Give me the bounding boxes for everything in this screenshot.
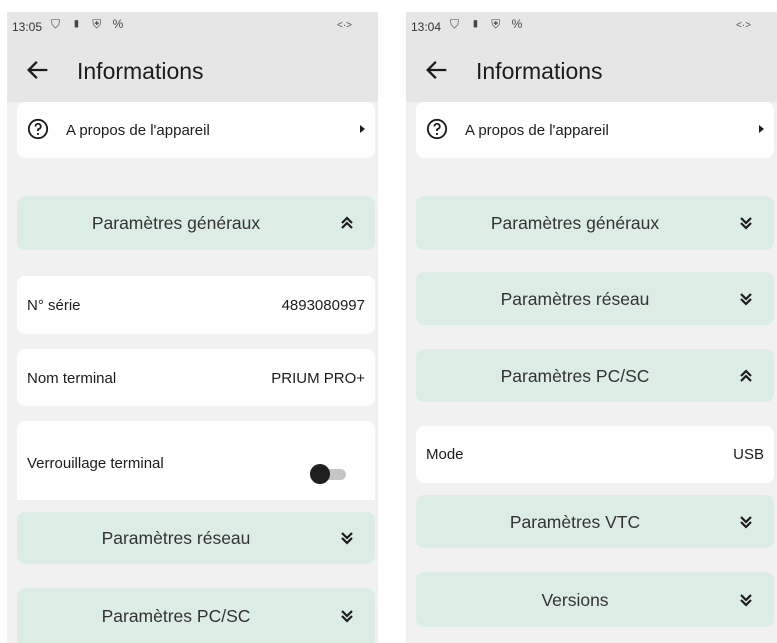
chevron-double-down-icon	[740, 217, 752, 230]
section-versions-header[interactable]: Versions	[416, 572, 774, 627]
status-time: 13:04	[411, 20, 442, 34]
about-device-label: A propos de l'appareil	[465, 122, 609, 139]
section-general-title: Paramètres généraux	[91, 213, 261, 233]
about-device-item[interactable]: A propos de l'appareil	[17, 102, 375, 158]
terminal-lock-toggle[interactable]	[310, 464, 346, 484]
arrow-right-icon	[360, 125, 365, 133]
mode-value: USB	[733, 446, 764, 463]
about-device-item[interactable]: A propos de l'appareil	[416, 102, 774, 158]
arrow-back-icon[interactable]	[423, 56, 451, 84]
section-network-title: Paramètres réseau	[101, 528, 251, 548]
chevron-double-up-icon	[341, 216, 353, 229]
status-icons: ⛉ ▮ ⛨ %	[51, 17, 128, 31]
status-bar: 13:05 ⛉ ▮ ⛨ % <·>	[7, 12, 378, 42]
chevron-double-up-icon	[740, 369, 752, 382]
section-general-title: Paramètres généraux	[490, 213, 660, 233]
serial-number-value: 4893080997	[281, 297, 365, 314]
chevron-double-down-icon	[740, 293, 752, 306]
page-title: Informations	[476, 58, 603, 84]
screen-right: 13:04 ⛉ ▮ ⛨ % <·> Informations A propos …	[406, 12, 777, 643]
terminal-lock-row: Verrouillage terminal	[17, 421, 375, 500]
section-pcsc-header[interactable]: Paramètres PC/SC	[416, 349, 774, 402]
status-time: 13:05	[12, 20, 43, 34]
arrow-back-icon[interactable]	[24, 56, 52, 84]
mode-label: Mode	[426, 446, 464, 463]
mode-row: Mode USB	[416, 426, 774, 483]
app-bar: Informations	[406, 42, 777, 102]
section-vtc-title: Paramètres VTC	[509, 512, 641, 532]
section-network-title: Paramètres réseau	[500, 289, 650, 309]
chevron-double-down-icon	[341, 532, 353, 545]
terminal-lock-label: Verrouillage terminal	[27, 455, 164, 472]
toggle-knob	[310, 464, 330, 484]
section-versions-title: Versions	[541, 590, 609, 610]
arrow-right-icon	[759, 125, 764, 133]
chevron-double-down-icon	[341, 610, 353, 623]
serial-number-row: N° série 4893080997	[17, 276, 375, 334]
section-pcsc-title: Paramètres PC/SC	[500, 366, 650, 386]
section-general-header[interactable]: Paramètres généraux	[416, 196, 774, 250]
section-vtc-header[interactable]: Paramètres VTC	[416, 495, 774, 548]
status-icons: ⛉ ▮ ⛨ %	[450, 17, 527, 31]
screen-left: 13:05 ⛉ ▮ ⛨ % <·> Informations A propos …	[7, 12, 378, 643]
help-circle-icon	[27, 118, 49, 140]
chevron-double-down-icon	[740, 516, 752, 529]
status-indicator: <·>	[336, 20, 352, 31]
about-device-label: A propos de l'appareil	[66, 122, 210, 139]
status-indicator: <·>	[735, 20, 751, 31]
section-network-header[interactable]: Paramètres réseau	[17, 512, 375, 564]
terminal-name-value: PRIUM PRO+	[271, 370, 365, 387]
help-circle-icon	[426, 118, 448, 140]
section-pcsc-header[interactable]: Paramètres PC/SC	[17, 588, 375, 643]
terminal-name-row: Nom terminal PRIUM PRO+	[17, 349, 375, 406]
app-bar: Informations	[7, 42, 378, 102]
section-network-header[interactable]: Paramètres réseau	[416, 272, 774, 325]
section-general-header[interactable]: Paramètres généraux	[17, 196, 375, 250]
terminal-name-label: Nom terminal	[27, 370, 117, 387]
serial-number-label: N° série	[27, 297, 81, 314]
status-bar: 13:04 ⛉ ▮ ⛨ % <·>	[406, 12, 777, 42]
section-pcsc-title: Paramètres PC/SC	[101, 606, 251, 626]
chevron-double-down-icon	[740, 594, 752, 607]
page-title: Informations	[77, 58, 204, 84]
